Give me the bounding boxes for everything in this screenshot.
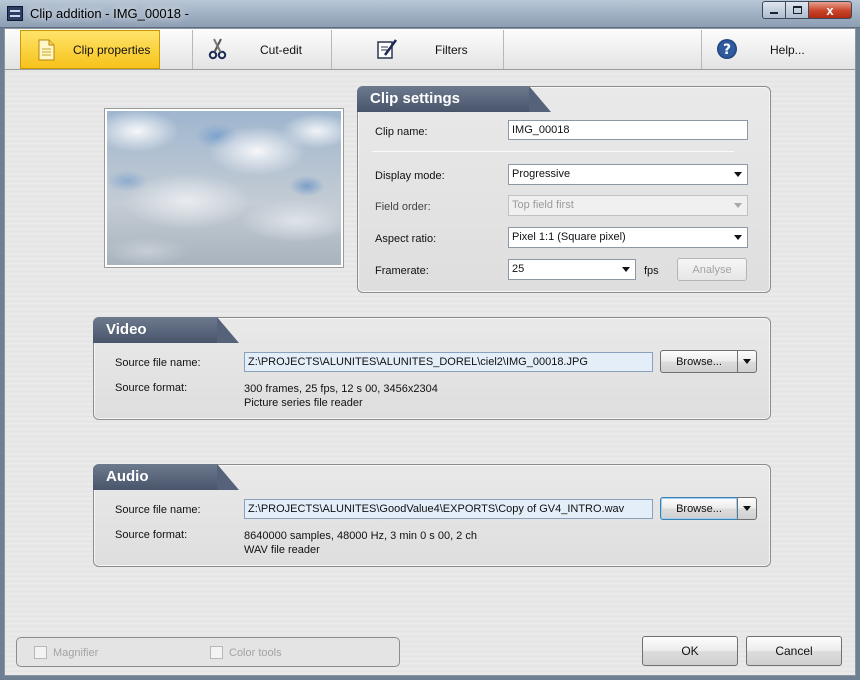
audio-browse-button[interactable]: Browse... <box>660 497 738 520</box>
audio-source-file-label: Source file name: <box>115 504 201 516</box>
display-mode-select[interactable]: Progressive <box>508 164 748 185</box>
chevron-down-icon <box>734 172 742 177</box>
clip-preview-image <box>104 108 344 268</box>
field-order-select[interactable]: Top field first <box>508 195 748 216</box>
video-source-file-label: Source file name: <box>115 357 201 369</box>
video-source-format-label: Source format: <box>115 382 188 394</box>
dialog-client-area: Clip properties Cut-edit Filters ? Help.… <box>4 28 856 676</box>
minimize-button[interactable] <box>762 1 786 19</box>
document-icon <box>38 39 55 61</box>
video-panel: Video Source file name: Browse... Source… <box>93 317 771 420</box>
app-icon <box>7 6 23 21</box>
clip-settings-header: Clip settings <box>357 86 551 112</box>
chevron-down-icon <box>734 235 742 240</box>
color-tools-checkbox[interactable] <box>210 646 223 659</box>
chevron-down-icon <box>622 267 630 272</box>
cancel-button[interactable]: Cancel <box>746 636 842 666</box>
close-button[interactable]: x <box>808 1 852 19</box>
clip-name-input[interactable] <box>508 120 748 140</box>
ok-button[interactable]: OK <box>642 636 738 666</box>
svg-text:?: ? <box>723 42 731 58</box>
title-bar: Clip addition - IMG_00018 - x <box>0 0 860 28</box>
chevron-down-icon <box>734 203 742 208</box>
analyse-button[interactable]: Analyse <box>677 258 747 281</box>
scissors-icon <box>208 38 227 60</box>
video-source-file-input[interactable] <box>244 352 653 372</box>
field-order-label: Field order: <box>375 201 431 213</box>
audio-source-reader: WAV file reader <box>244 544 320 556</box>
fps-unit-label: fps <box>644 265 659 277</box>
maximize-button[interactable] <box>785 1 809 19</box>
window-title: Clip addition - IMG_00018 - <box>30 6 189 21</box>
video-header: Video <box>93 317 239 343</box>
audio-browse-dropdown[interactable] <box>737 497 757 520</box>
video-source-format-details: 300 frames, 25 fps, 12 s 00, 3456x2304 <box>244 383 438 395</box>
tab-bar: Clip properties Cut-edit Filters ? Help.… <box>5 29 855 70</box>
video-browse-dropdown[interactable] <box>737 350 757 373</box>
audio-panel: Audio Source file name: Browse... Source… <box>93 464 771 567</box>
maximize-icon <box>792 6 802 14</box>
framerate-select[interactable]: 25 <box>508 259 636 280</box>
tab-clip-properties[interactable]: Clip properties <box>20 30 160 69</box>
settings-divider <box>372 151 734 152</box>
magnifier-checkbox[interactable] <box>34 646 47 659</box>
clip-name-label: Clip name: <box>375 126 428 138</box>
tab-filters-label: Filters <box>435 42 468 57</box>
framerate-label: Framerate: <box>375 265 429 277</box>
audio-header: Audio <box>93 464 239 490</box>
aspect-ratio-label: Aspect ratio: <box>375 233 437 245</box>
close-icon: x <box>826 2 834 18</box>
tab-clip-properties-label: Clip properties <box>73 42 151 57</box>
audio-source-format-label: Source format: <box>115 529 188 541</box>
tab-help[interactable]: ? Help... <box>701 30 851 69</box>
video-browse-button[interactable]: Browse... <box>660 350 738 373</box>
tab-cut-edit[interactable]: Cut-edit <box>192 30 332 69</box>
clip-settings-panel: Clip settings Clip name: Display mode: P… <box>357 86 771 293</box>
audio-source-file-input[interactable] <box>244 499 653 519</box>
tab-filters[interactable]: Filters <box>334 30 504 69</box>
aspect-ratio-select[interactable]: Pixel 1:1 (Square pixel) <box>508 227 748 248</box>
minimize-icon <box>770 12 778 14</box>
magnifier-label: Magnifier <box>53 647 99 659</box>
tab-help-label: Help... <box>770 42 805 57</box>
audio-source-format-details: 8640000 samples, 48000 Hz, 3 min 0 s 00,… <box>244 530 477 542</box>
color-tools-label: Color tools <box>229 647 282 659</box>
cloudy-sky-thumbnail <box>107 111 341 265</box>
tab-cut-edit-label: Cut-edit <box>260 42 303 57</box>
pen-icon <box>377 39 398 59</box>
view-options-group: Magnifier Color tools <box>16 637 400 667</box>
help-icon: ? <box>717 39 737 59</box>
display-mode-label: Display mode: <box>375 170 445 182</box>
video-source-reader: Picture series file reader <box>244 397 363 409</box>
